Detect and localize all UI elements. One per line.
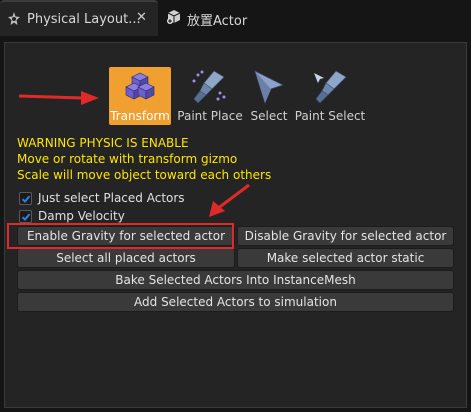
mode-label: Paint Select [294, 109, 366, 123]
paint-place-icon [192, 70, 226, 104]
warning-line: WARNING PHYSIC IS ENABLE [17, 136, 189, 150]
close-icon[interactable]: ✕ [136, 10, 147, 25]
tab-label: Physical Layout... [27, 12, 141, 27]
checkbox-label: Just select Placed Actors [38, 191, 185, 205]
tab-physical-layout[interactable]: Physical Layout... ✕ [0, 0, 158, 36]
gear-star-icon [8, 12, 20, 25]
mode-paint-select[interactable]: Paint Select [294, 67, 366, 125]
transform-cubes-icon [125, 72, 155, 100]
mode-transform[interactable]: Transform [109, 67, 171, 125]
add-actor-icon [167, 10, 181, 24]
annotation-arrow [209, 183, 250, 217]
warning-line: Move or rotate with transform gizmo [17, 152, 238, 166]
tab-bar: Physical Layout... ✕ 放置Actor [0, 0, 471, 36]
tab-place-actor[interactable]: 放置Actor [160, 0, 280, 36]
checkbox[interactable] [19, 210, 32, 223]
checkbox[interactable] [19, 192, 32, 205]
mode-label: Transform [110, 109, 170, 123]
paint-select-icon [314, 70, 347, 104]
checkmark-icon [21, 195, 31, 203]
mode-select[interactable]: Select [246, 67, 292, 125]
physics-warning: WARNING PHYSIC IS ENABLE Move or rotate … [17, 135, 271, 183]
make-static-button[interactable]: Make selected actor static [237, 248, 454, 268]
mode-label: Paint Place [177, 109, 243, 123]
cursor-arrow-icon [254, 70, 285, 105]
tab-label: 放置Actor [187, 14, 248, 29]
checkbox-label: Damp Velocity [38, 209, 125, 223]
disable-gravity-button[interactable]: Disable Gravity for selected actor [237, 226, 454, 246]
mode-toolbar: Transform Paint Place Select Paint Selec… [5, 67, 468, 127]
bake-instancemesh-button[interactable]: Bake Selected Actors Into InstanceMesh [17, 270, 454, 290]
add-to-simulation-button[interactable]: Add Selected Actors to simulation [17, 292, 454, 312]
annotation-arrow [18, 91, 99, 105]
mode-label: Select [250, 109, 288, 123]
select-all-placed-button[interactable]: Select all placed actors [17, 248, 235, 268]
mode-paint-place[interactable]: Paint Place [177, 67, 243, 125]
checkmark-icon [21, 213, 31, 221]
annotation-highlight-box [7, 223, 234, 249]
